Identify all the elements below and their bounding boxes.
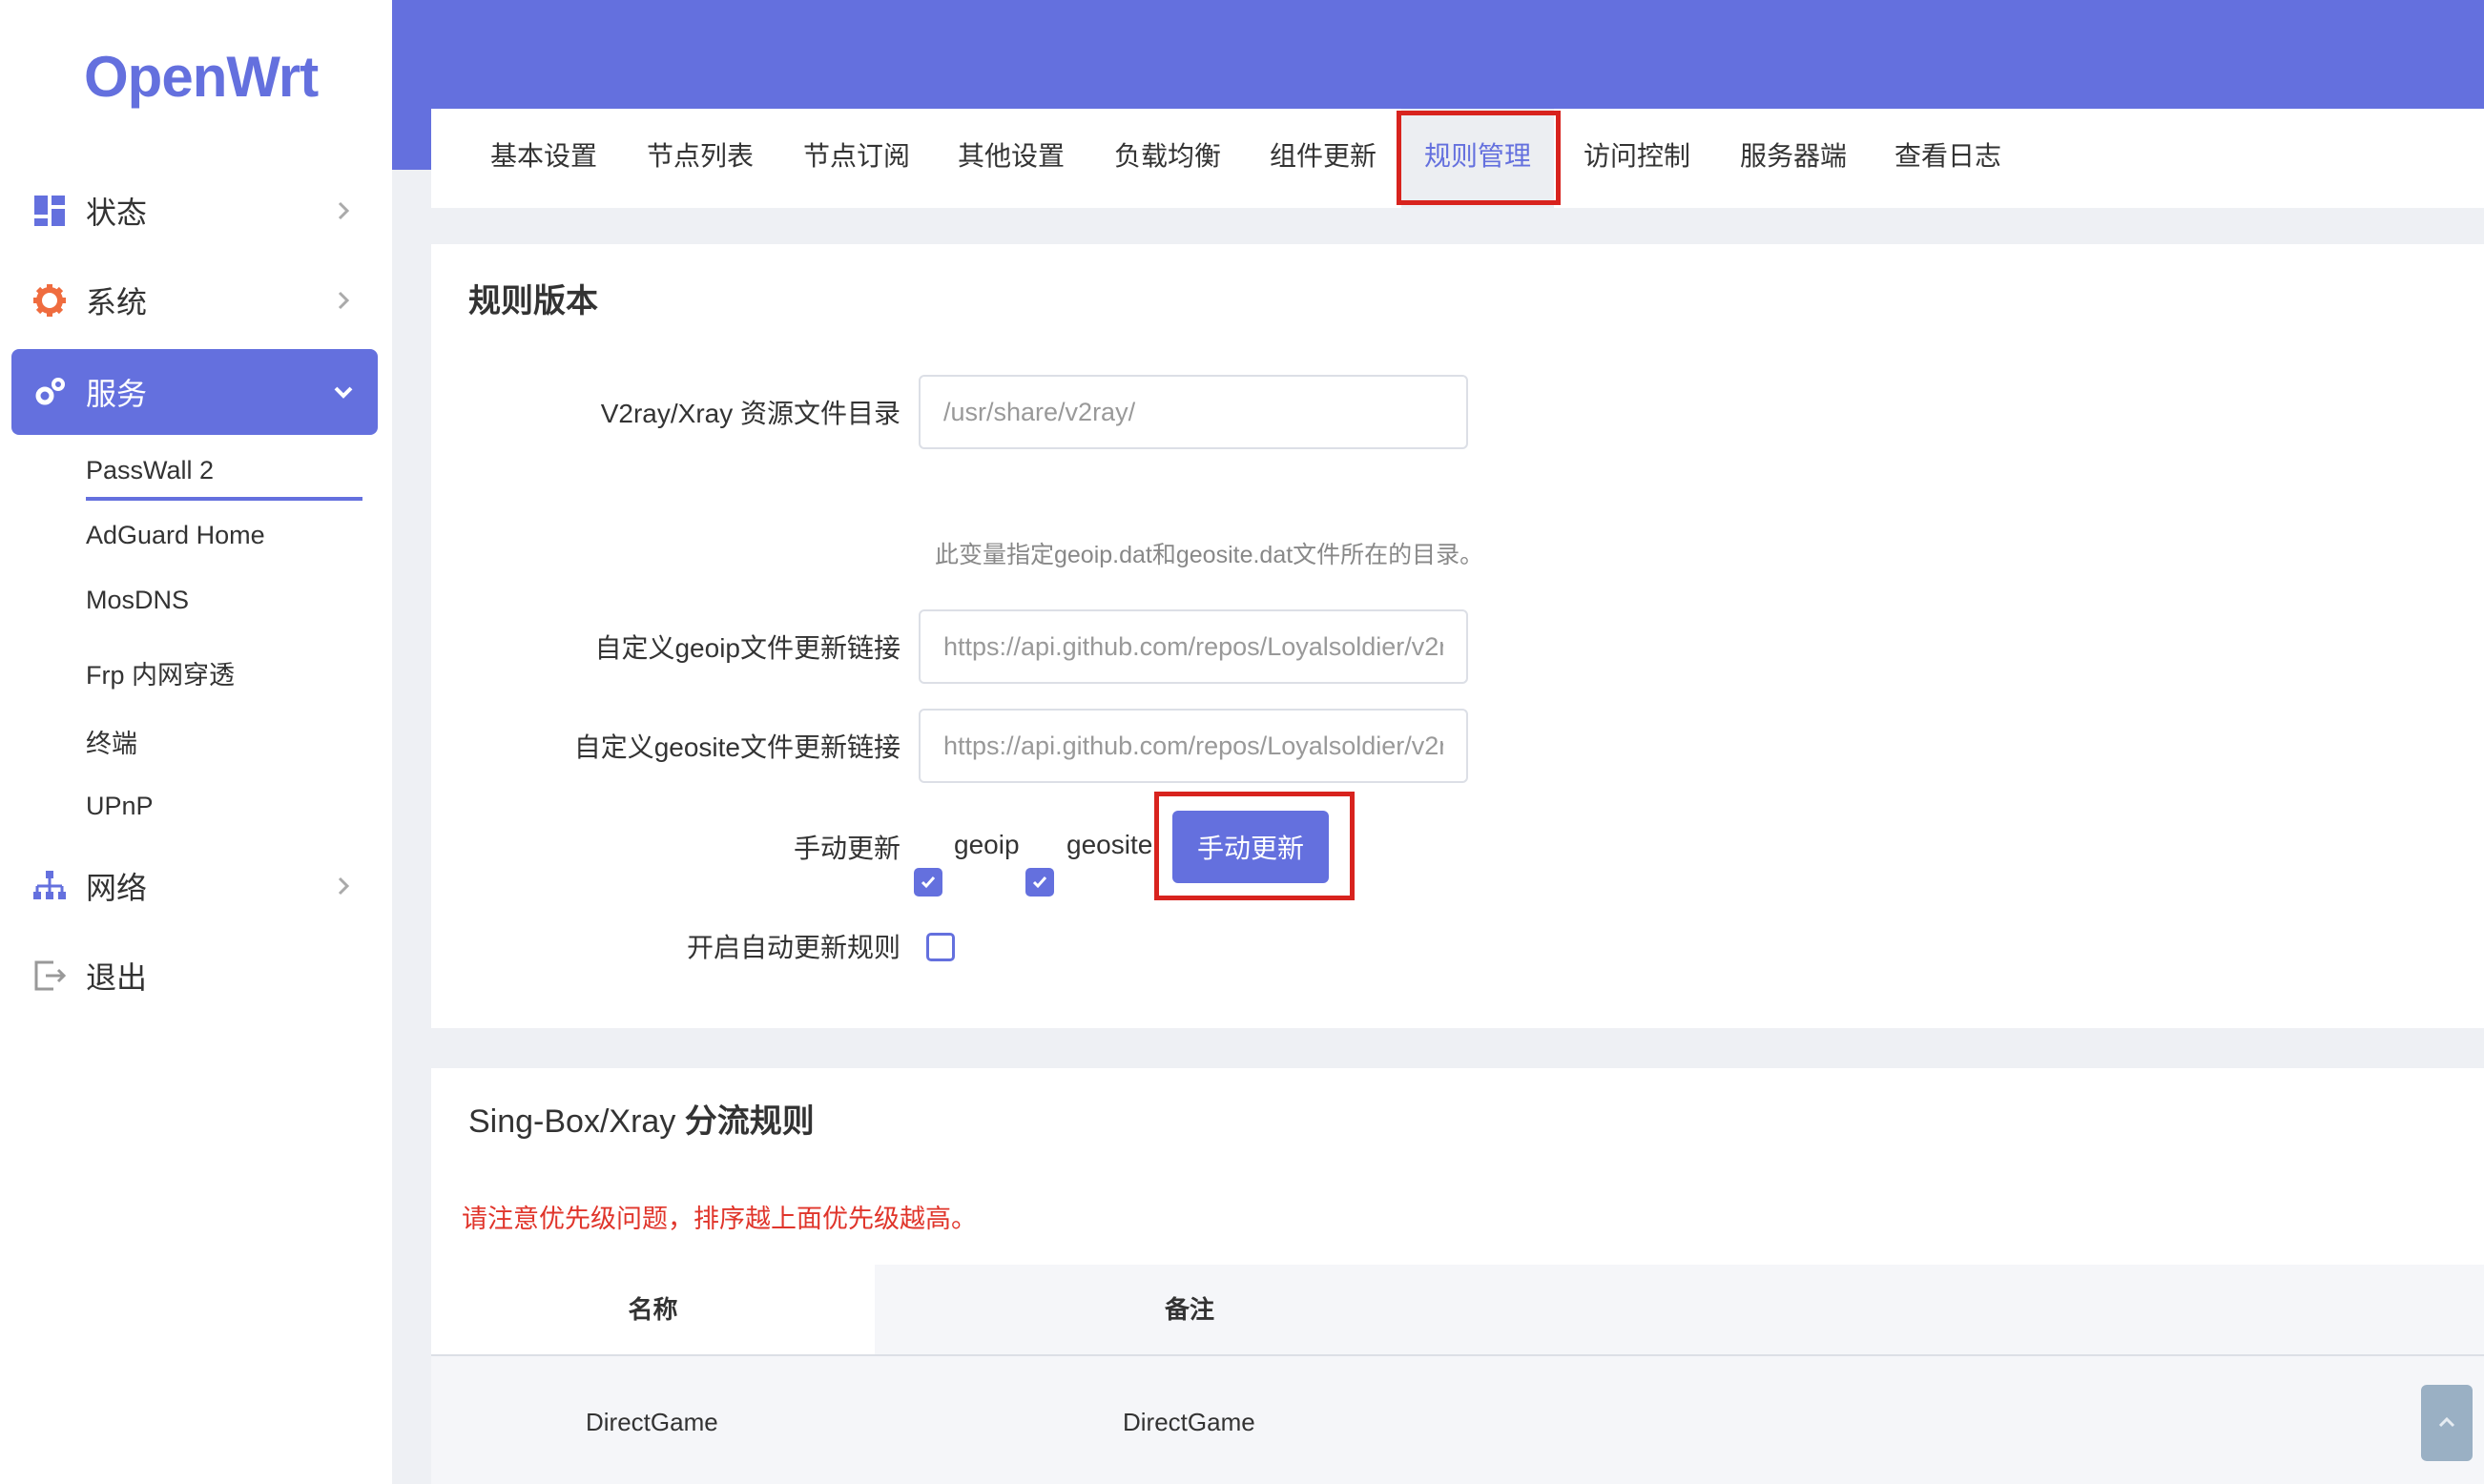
sidebar-item-label: 服务: [86, 377, 148, 411]
sidebar-item-status[interactable]: 状态: [11, 168, 378, 254]
tab-node-list[interactable]: 节点列表: [631, 109, 769, 208]
geosite-checkbox[interactable]: [1025, 868, 1054, 897]
gears-icon: [35, 378, 65, 405]
label-wrap: 开启自动更新规则: [431, 927, 900, 965]
column-header-remark-text: 备注: [1165, 1295, 1215, 1324]
tab-server-side[interactable]: 服务器端: [1725, 109, 1862, 208]
geoip-url-label: 自定义geoip文件更新链接: [594, 633, 900, 663]
label-wrap: 自定义geosite文件更新链接: [431, 727, 900, 765]
sidebar: OpenWrt 状态 系统 服务 PassWall 2 AdGuard Home…: [0, 0, 392, 1484]
scroll-to-top-button[interactable]: [2421, 1385, 2473, 1461]
tab-view-logs[interactable]: 查看日志: [1879, 109, 2017, 208]
sidebar-item-network[interactable]: 网络: [11, 843, 378, 929]
sidebar-subitem-adguard[interactable]: AdGuard Home: [86, 521, 265, 550]
sidebar-item-label: 网络: [86, 871, 148, 905]
label-wrap: V2ray/Xray 资源文件目录: [431, 393, 900, 431]
chevron-right-icon: [338, 201, 350, 220]
highlight-box-button: [1154, 792, 1355, 900]
dir-label: V2ray/Xray 资源文件目录: [600, 399, 900, 428]
geosite-url-input[interactable]: [919, 709, 1468, 783]
tab-other-settings[interactable]: 其他设置: [942, 109, 1080, 208]
chevron-up-icon: [2438, 1416, 2455, 1428]
row-name-cell: DirectGame: [586, 1408, 718, 1436]
table-row: [431, 1356, 2484, 1484]
sidebar-item-label: 状态: [86, 196, 148, 230]
tab-component-update[interactable]: 组件更新: [1254, 109, 1392, 208]
sidebar-item-label: 退出: [86, 960, 148, 995]
geoip-option-label: geoip: [954, 830, 1020, 859]
column-header-name: 名称: [431, 1265, 875, 1354]
auto-update-label: 开启自动更新规则: [686, 933, 900, 962]
tab-basic-settings[interactable]: 基本设置: [475, 109, 612, 208]
highlight-box-tab: [1397, 111, 1561, 205]
chevron-right-icon: [338, 876, 350, 896]
openwrt-logo[interactable]: OpenWrt: [84, 44, 319, 110]
geoip-url-input[interactable]: [919, 609, 1468, 684]
sidebar-subitem-frp[interactable]: Frp 内网穿透: [86, 654, 235, 691]
sidebar-item-label: 系统: [86, 285, 148, 319]
active-subitem-underline: [86, 497, 362, 501]
sidebar-item-system[interactable]: 系统: [11, 258, 378, 343]
dashboard-icon: [34, 196, 65, 226]
geosite-url-label: 自定义geosite文件更新链接: [573, 732, 900, 762]
tab-access-control[interactable]: 访问控制: [1568, 109, 1706, 208]
check-icon: [921, 876, 936, 889]
v2ray-dir-input[interactable]: [919, 375, 1468, 449]
tab-load-balance[interactable]: 负载均衡: [1099, 109, 1236, 208]
label-wrap: 手动更新: [431, 828, 900, 866]
row-remark-cell: DirectGame: [1123, 1408, 1255, 1436]
sidebar-subitem-passwall2[interactable]: PassWall 2: [86, 456, 214, 485]
section-title: 规则版本: [468, 283, 598, 319]
sidebar-subitem-terminal[interactable]: 终端: [86, 723, 137, 760]
shunt-title-suffix: 分流规则: [684, 1103, 815, 1140]
check-icon: [1032, 876, 1047, 889]
shunt-section-title: Sing-Box/Xray 分流规则: [468, 1095, 815, 1142]
column-header-remark: 备注: [875, 1265, 2484, 1354]
manual-update-label: 手动更新: [793, 834, 900, 863]
network-icon: [33, 871, 66, 899]
sidebar-subitem-upnp[interactable]: UPnP: [86, 792, 154, 821]
priority-warning: 请注意优先级问题，排序越上面优先级越高。: [462, 1205, 977, 1233]
geoip-checkbox[interactable]: [914, 868, 942, 897]
sidebar-subitem-mosdns[interactable]: MosDNS: [86, 586, 189, 615]
label-wrap: 自定义geoip文件更新链接: [431, 628, 900, 666]
auto-update-checkbox[interactable]: [926, 933, 955, 961]
sidebar-item-services[interactable]: 服务: [11, 349, 378, 435]
shunt-title-prefix: Sing-Box/Xray: [468, 1103, 676, 1140]
chevron-right-icon: [338, 291, 350, 310]
dir-hint: 此变量指定geoip.dat和geosite.dat文件所在的目录。: [935, 542, 1484, 568]
sidebar-item-logout[interactable]: 退出: [11, 933, 378, 1019]
chevron-down-icon: [334, 386, 353, 399]
gear-icon: [33, 284, 66, 317]
geosite-option-label: geosite: [1066, 830, 1153, 859]
logout-icon: [34, 960, 67, 991]
tab-node-subscribe[interactable]: 节点订阅: [788, 109, 925, 208]
